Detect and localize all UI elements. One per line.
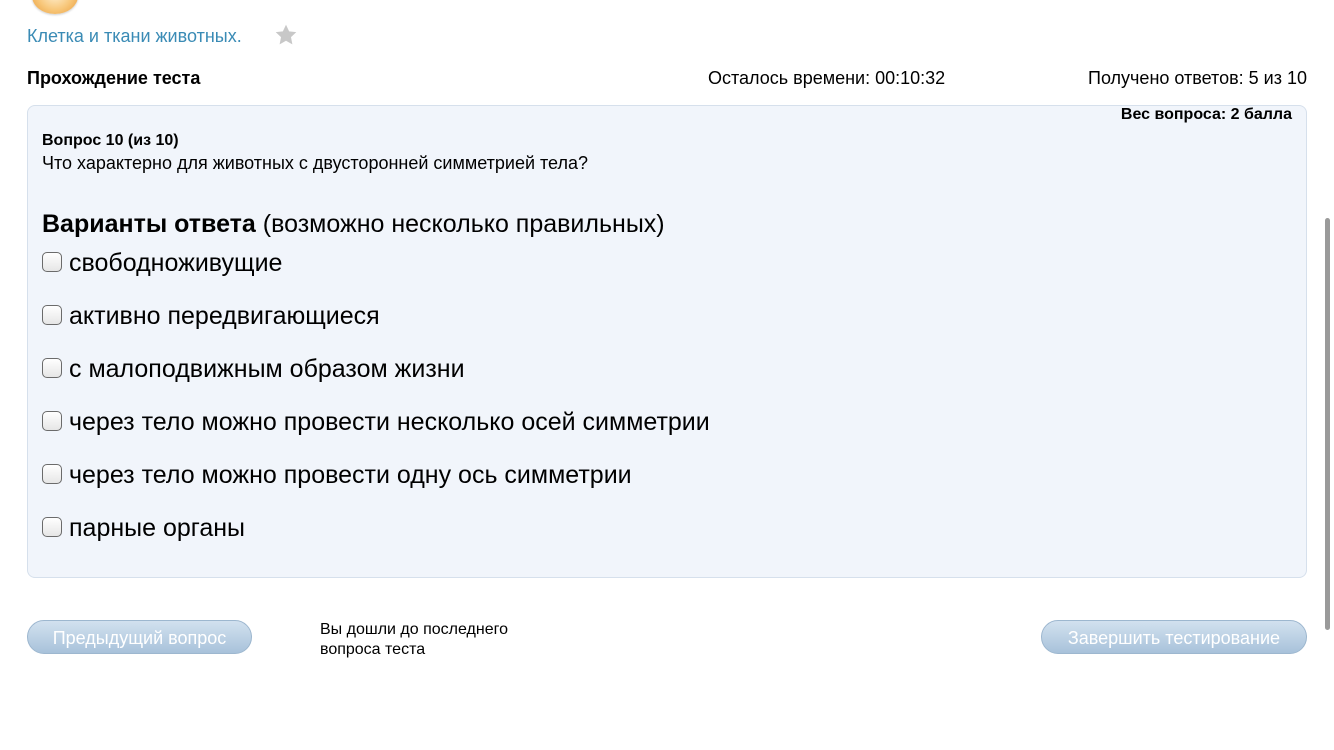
answer-option[interactable]: парные органы [42,515,710,568]
test-header: Прохождение теста Осталось времени: 00:1… [27,68,1307,92]
options-heading-bold: Варианты ответа [42,210,256,238]
question-text: Что характерно для животных с двусторонн… [42,153,588,173]
test-page: Клетка и ткани животных. Прохождение тес… [0,0,1334,750]
answer-options: свободноживущие активно передвигающиеся … [42,250,710,568]
question-number: Вопрос 10 (из 10) [42,132,179,149]
answer-checkbox[interactable] [42,517,62,537]
answer-option[interactable]: с малоподвижным образом жизни [42,356,710,409]
page-title: Прохождение теста [27,68,201,88]
page-scrollbar[interactable] [1325,218,1330,630]
answer-option[interactable]: через тело можно провести несколько осей… [42,409,710,462]
answer-label[interactable]: парные органы [69,515,245,541]
topic-link[interactable]: Клетка и ткани животных. [27,26,242,47]
star-icon[interactable] [273,22,299,48]
question-panel: Вес вопроса: 2 балла Вопрос 10 (из 10) Ч… [27,105,1307,578]
answer-checkbox[interactable] [42,358,62,378]
answer-checkbox[interactable] [42,252,62,272]
answer-option[interactable]: активно передвигающиеся [42,303,710,356]
answer-checkbox[interactable] [42,464,62,484]
answer-label[interactable]: с малоподвижным образом жизни [69,356,465,382]
answer-label[interactable]: свободноживущие [69,250,282,276]
answer-checkbox[interactable] [42,411,62,431]
answers-count: Получено ответов: 5 из 10 [1088,68,1307,88]
question-weight: Вес вопроса: 2 балла [1120,106,1292,123]
answer-label[interactable]: через тело можно провести одну ось симме… [69,462,632,488]
options-heading: Варианты ответа (возможно несколько прав… [42,210,665,239]
last-question-note: Вы дошли до последнего вопроса теста [320,621,508,658]
answer-checkbox[interactable] [42,305,62,325]
answer-option[interactable]: свободноживущие [42,250,710,303]
time-remaining: Осталось времени: 00:10:32 [708,68,946,88]
answer-label[interactable]: через тело можно провести несколько осей… [69,409,710,435]
answer-label[interactable]: активно передвигающиеся [69,303,380,329]
previous-question-button[interactable]: Предыдущий вопрос [27,620,252,654]
document-icon [32,0,78,14]
answer-option[interactable]: через тело можно провести одну ось симме… [42,462,710,515]
options-heading-note: (возможно несколько правильных) [255,210,665,238]
finish-test-button[interactable]: Завершить тестирование [1041,620,1307,654]
